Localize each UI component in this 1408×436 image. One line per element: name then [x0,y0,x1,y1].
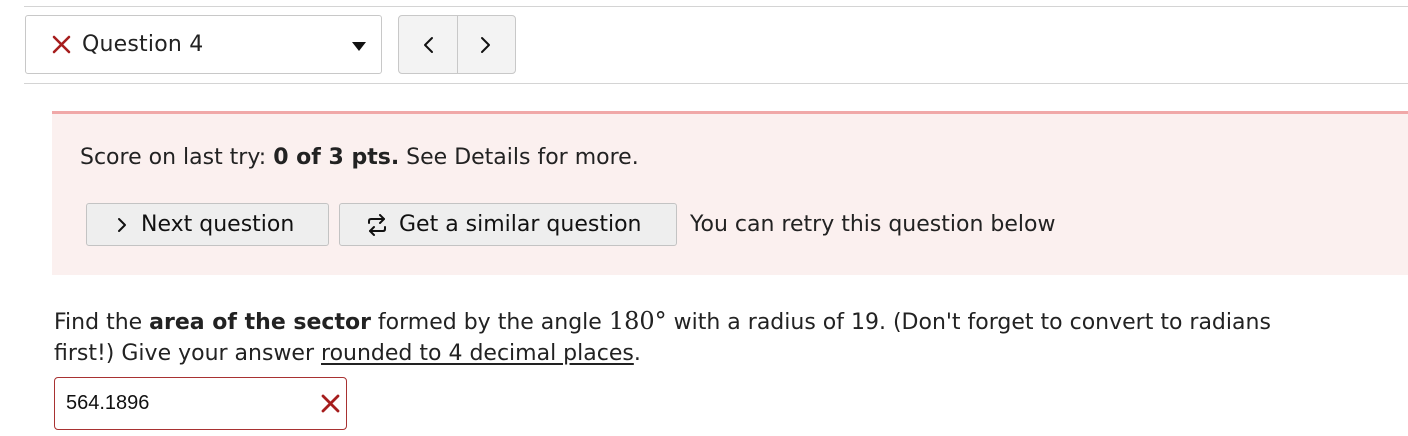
chevron-left-icon [423,36,433,53]
score-prefix: Score on last try: [80,145,274,170]
question-pager [398,15,516,74]
x-icon [52,35,71,54]
top-divider [24,6,1408,7]
similar-question-label: Get a similar question [399,212,642,237]
next-question-label: Next question [141,212,295,237]
score-panel: Score on last try: 0 of 3 pts. See Detai… [52,111,1408,275]
question-text-4: . [633,341,641,366]
retry-arrows-icon [368,213,386,236]
next-question-arrow-button[interactable] [456,16,516,73]
score-suffix: See Details for more. [399,145,639,170]
previous-question-button[interactable] [399,16,457,73]
rounding-instruction: rounded to 4 decimal places [321,341,634,366]
x-icon [321,394,340,413]
chevron-down-icon [352,42,366,51]
question-select[interactable]: Question 4 [25,15,382,74]
nav-divider [24,83,1408,84]
question-text-1: Find the [54,310,150,335]
retry-note: You can retry this question below [690,212,1056,237]
score-summary: Score on last try: 0 of 3 pts. See Detai… [80,145,639,170]
question-select-label: Question 4 [82,32,204,57]
score-value: 0 of 3 pts. [273,145,400,170]
question-text: Find the area of the sector formed by th… [54,306,1294,369]
similar-question-button[interactable]: Get a similar question [339,203,677,246]
question-emphasis: area of the sector [149,310,371,335]
chevron-right-icon [481,36,491,53]
question-text-2: formed by the angle [370,310,609,335]
answer-field [54,377,347,430]
next-question-button[interactable]: Next question [86,203,329,246]
chevron-right-icon [118,217,126,232]
answer-input[interactable] [66,392,306,415]
angle-value: 180° [608,307,667,335]
